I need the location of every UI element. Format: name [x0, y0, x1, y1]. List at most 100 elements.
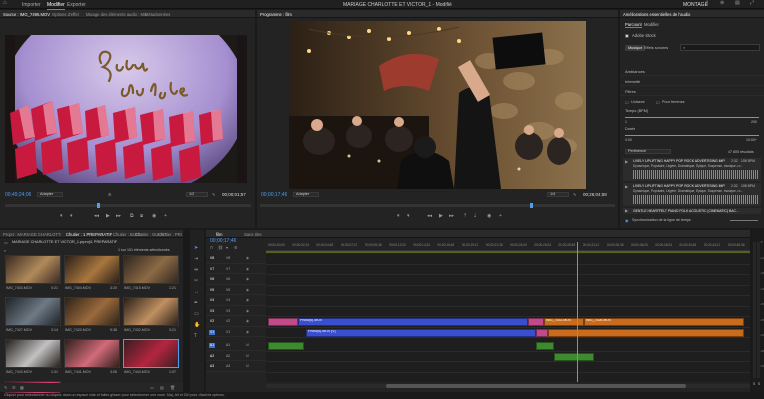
tab-edit[interactable]: Modifier: [47, 2, 65, 10]
step-forward-icon[interactable]: ▸▸: [116, 214, 121, 219]
track-target-toggle[interactable]: A1: [209, 343, 215, 348]
tab-effect-controls[interactable]: Options d'effet: [52, 12, 79, 17]
tab-project[interactable]: Projet : MARIAGE CHARLOTTE ET VICTOR_1: [3, 232, 61, 237]
track-target-toggle[interactable]: A3: [209, 364, 215, 369]
mark-out-icon[interactable]: ▾: [70, 214, 73, 219]
track-target-toggle[interactable]: V7: [209, 267, 215, 272]
lift-icon[interactable]: ⇡: [463, 214, 467, 219]
track-header[interactable]: V3 V3 ◉: [206, 307, 266, 316]
ripple-edit-tool-icon[interactable]: ⇹: [194, 268, 198, 273]
search-input[interactable]: ⌕: [680, 44, 760, 51]
timeline-playhead[interactable]: [577, 242, 578, 382]
eye-icon[interactable]: ◉: [246, 277, 249, 281]
track-lane[interactable]: [266, 341, 750, 352]
track-header[interactable]: V5 V5 ◉: [206, 286, 266, 295]
source-scrubber[interactable]: [5, 203, 251, 208]
clip-thumbnail[interactable]: [123, 339, 179, 368]
mute-icon[interactable]: M: [246, 343, 249, 347]
track-header[interactable]: V8 V8 ◉: [206, 254, 266, 264]
track-play-icon[interactable]: ▶: [625, 159, 628, 164]
program-mark-in-icon[interactable]: ▾: [397, 214, 400, 219]
tempo-slider[interactable]: [625, 117, 759, 118]
track-row[interactable]: ▶ LIVELY UPLIFTING HAPPY POP ROCK ADVERT…: [623, 158, 761, 181]
program-step-back-icon[interactable]: ◂◂: [427, 214, 432, 219]
track-play-icon[interactable]: ▶: [625, 208, 628, 213]
track-target-toggle[interactable]: V1: [209, 329, 215, 335]
audio-clip[interactable]: [554, 352, 594, 361]
new-item-icon[interactable]: ▤: [160, 385, 164, 390]
track-header[interactable]: V2 V2 ◉: [206, 317, 266, 327]
track-header[interactable]: V7 V7 ◉: [206, 265, 266, 274]
track-target-toggle[interactable]: V3: [209, 309, 215, 314]
eye-icon[interactable]: ◉: [246, 267, 249, 271]
play-icon[interactable]: ▶: [106, 214, 110, 219]
track-target-toggle[interactable]: V5: [209, 288, 215, 293]
track-lane[interactable]: [266, 265, 750, 275]
section-ambiances[interactable]: Ambiances: [620, 69, 764, 76]
program-step-forward-icon[interactable]: ▸▸: [449, 214, 454, 219]
tab-browse[interactable]: Parcourir: [625, 22, 642, 28]
eye-icon[interactable]: ◉: [246, 288, 249, 292]
tab-metadata[interactable]: Métadonnées: [145, 12, 170, 17]
timeline-scroll-thumb[interactable]: [386, 384, 686, 388]
track-header[interactable]: A2 A2 M: [206, 352, 266, 361]
meter-solo-right[interactable]: S: [758, 382, 760, 386]
eye-icon[interactable]: ◉: [246, 330, 249, 334]
tab-modify[interactable]: Modifier: [644, 22, 659, 27]
overwrite-icon[interactable]: ⧈: [140, 214, 143, 219]
track-lane[interactable]: [266, 286, 750, 296]
track-target-toggle[interactable]: V8: [209, 256, 215, 261]
video-clip[interactable]: [268, 318, 298, 326]
icon-view-icon[interactable]: ▦: [20, 385, 24, 390]
tab-bin-prise[interactable]: Chutier : PRISE: [158, 232, 182, 237]
track-play-icon[interactable]: ▶: [625, 184, 628, 189]
source-quality-select[interactable]: 1/2: [186, 192, 208, 197]
audio-clip[interactable]: [536, 342, 554, 350]
tab-audio-mixer[interactable]: Mixage des éléments audio : Mix: [86, 12, 147, 17]
eye-icon[interactable]: ◉: [246, 319, 249, 323]
track-lane[interactable]: [266, 296, 750, 307]
step-back-icon[interactable]: ◂◂: [94, 214, 99, 219]
track-header[interactable]: A3 A3 M: [206, 362, 266, 372]
tab-export[interactable]: Exporter: [67, 2, 86, 8]
tab-import[interactable]: Importer: [22, 2, 41, 8]
clip-thumbnail[interactable]: [5, 255, 61, 284]
project-search-icon[interactable]: ⌕: [4, 248, 6, 253]
clip-thumbnail[interactable]: [64, 297, 120, 326]
selection-tool-icon[interactable]: ➤: [194, 246, 198, 251]
mute-icon[interactable]: M: [246, 354, 249, 358]
track-lane[interactable]: [266, 352, 750, 362]
wrench-icon[interactable]: ⚙: [108, 192, 112, 197]
video-clip[interactable]: Photo(s).MOV [V]: [306, 328, 536, 337]
clip-thumbnail[interactable]: [5, 297, 61, 326]
time-ruler[interactable]: 00;00;00;00 00;00;02;24 00;00;04;48 00;00;0…: [266, 242, 750, 251]
track-lane[interactable]: [266, 275, 750, 286]
program-export-frame-icon[interactable]: ◉: [487, 214, 491, 219]
timeline-timecode[interactable]: 00;00;17;46: [210, 238, 236, 244]
program-settings-icon[interactable]: ✎: [573, 192, 576, 197]
program-fit-select[interactable]: Adapter: [293, 192, 319, 197]
source-fit-select[interactable]: Adapter: [37, 192, 63, 197]
add-button-icon[interactable]: +: [164, 214, 167, 219]
volume-slider[interactable]: [730, 220, 758, 221]
quick-export-icon[interactable]: ⇪: [705, 1, 709, 6]
program-play-icon[interactable]: ▶: [439, 214, 443, 219]
eye-icon[interactable]: ◉: [246, 309, 249, 313]
clip-thumbnail[interactable]: [5, 339, 61, 368]
tab-program[interactable]: Programme : film: [260, 12, 292, 17]
add-marker-icon[interactable]: ▾: [226, 245, 228, 250]
pencil-icon[interactable]: ✎: [4, 385, 7, 390]
linked-select-icon[interactable]: ⛓: [218, 245, 223, 250]
program-timecode[interactable]: 00;00;17;46: [261, 192, 287, 198]
slip-tool-icon[interactable]: ↔: [194, 290, 199, 295]
rectangle-tool-icon[interactable]: ▭: [194, 312, 199, 317]
track-header[interactable]: V1 V1 ◉: [206, 328, 266, 337]
tab-source[interactable]: Source : IMG_7495.MOV: [3, 12, 50, 17]
audio-clip[interactable]: [268, 342, 304, 350]
track-target-toggle[interactable]: V4: [209, 298, 215, 303]
track-header[interactable]: A1 A1 M: [206, 341, 266, 351]
checkbox-women[interactable]: ☐: [656, 100, 660, 105]
program-add-button-icon[interactable]: +: [499, 214, 502, 219]
sort-select[interactable]: Pertinence: [625, 149, 671, 154]
snap-icon[interactable]: ⊓: [210, 245, 213, 250]
